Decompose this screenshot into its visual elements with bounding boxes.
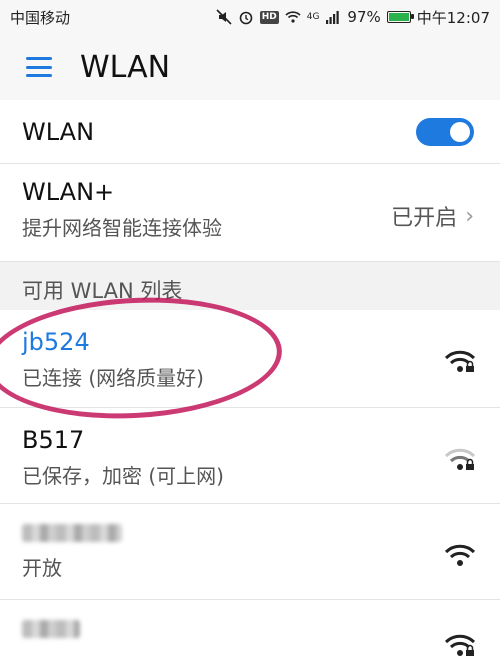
wlan-plus-status: 已开启 › [391, 200, 474, 232]
network-name-blurred [22, 620, 474, 642]
wlan-plus-row[interactable]: WLAN+ 提升网络智能连接体验 已开启 › [0, 164, 500, 262]
network-status: 已连接 (网络质量好) [22, 366, 204, 390]
wifi-locked-icon [444, 350, 476, 372]
settings-list: WLAN WLAN+ 提升网络智能连接体验 已开启 › 可用 WLAN 列表 j… [0, 100, 500, 659]
network-name-blurred [22, 524, 474, 546]
wlan-plus-status-text: 已开启 [391, 206, 458, 231]
wlan-toggle-row[interactable]: WLAN [0, 100, 500, 164]
menu-icon[interactable] [26, 57, 52, 77]
alarm-icon [239, 11, 253, 25]
chevron-right-icon: › [465, 203, 474, 229]
carrier-label: 中国移动 [10, 8, 71, 27]
hd-badge: HD [259, 10, 279, 24]
page-title: WLAN [80, 49, 171, 85]
wifi-status-icon [285, 11, 301, 23]
wifi-locked-icon [444, 634, 476, 656]
status-bar: 中国移动 HD 4G 97% 中午12:07 [0, 0, 500, 34]
clock: 中午12:07 [416, 8, 490, 27]
section-header: 可用 WLAN 列表 [0, 262, 500, 310]
network-name: B517 [22, 426, 85, 454]
battery-icon [386, 11, 414, 23]
mute-icon [216, 9, 232, 25]
battery-percent: 97% [347, 8, 381, 26]
app-bar: WLAN [0, 34, 500, 100]
wlan-switch[interactable] [416, 118, 474, 146]
network-item-partial[interactable] [0, 600, 500, 659]
status-icons: HD 4G 97% 中午12:07 [216, 7, 490, 28]
network-status: 开放 [22, 556, 62, 580]
signal-icon [326, 11, 340, 24]
network-type: 4G [306, 12, 320, 22]
network-status: 已保存，加密 (可上网) [22, 464, 224, 488]
network-item-b517[interactable]: B517 已保存，加密 (可上网) [0, 408, 500, 504]
network-item-open[interactable]: 开放 [0, 504, 500, 600]
wifi-locked-icon [444, 448, 476, 470]
wifi-icon [444, 544, 476, 566]
wlan-toggle-label: WLAN [22, 118, 95, 146]
network-name: jb524 [22, 328, 90, 356]
network-item-jb524[interactable]: jb524 已连接 (网络质量好) [0, 310, 500, 408]
